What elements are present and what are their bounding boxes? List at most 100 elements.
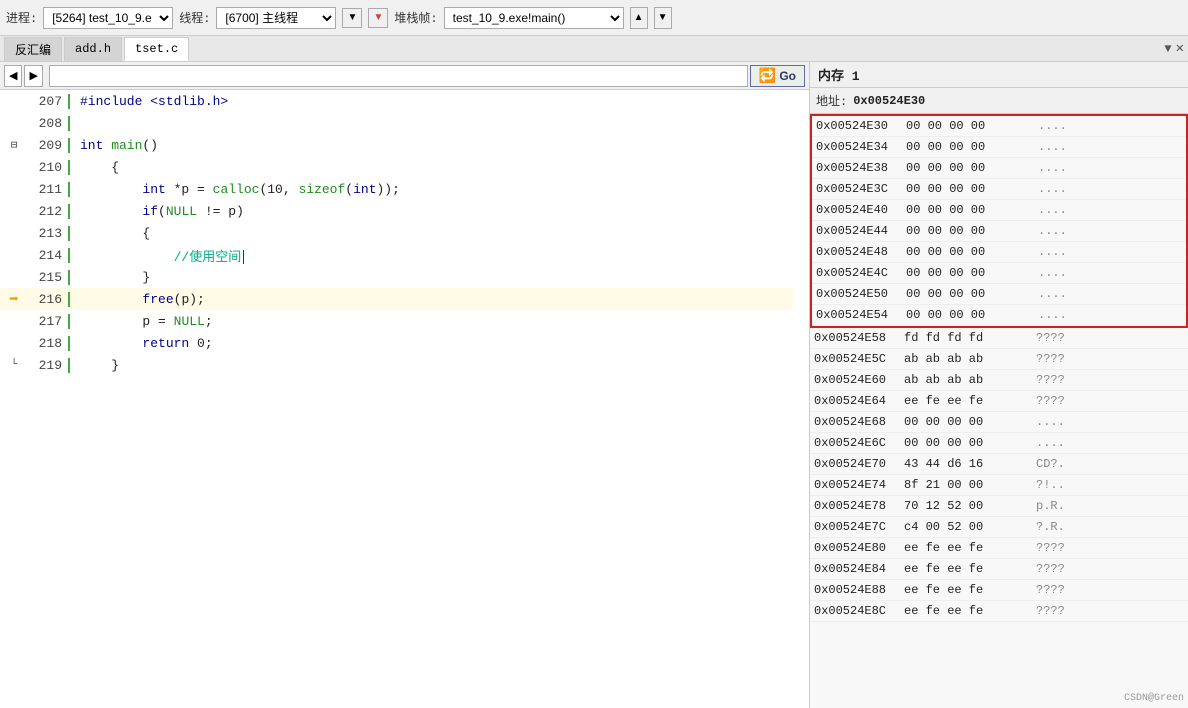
code-line-211: 211 int *p = calloc(10, sizeof(int));	[0, 178, 793, 200]
mem-bytes: 00 00 00 00	[904, 308, 1034, 322]
stack-up-btn[interactable]: ▲	[630, 7, 648, 29]
memory-row[interactable]: 0x00524E6C 00 00 00 00 ....	[810, 433, 1188, 454]
filter-btn-2[interactable]: ▼	[368, 8, 388, 28]
mem-chars: ....	[1034, 308, 1071, 322]
line-content-218: return 0;	[70, 336, 213, 351]
mem-chars: ????	[1032, 331, 1069, 345]
tab-close-area: ▼ ✕	[1164, 40, 1188, 57]
memory-panel: 内存 1 地址: 0x00524E30 0x00524E30 00 00 00 …	[810, 62, 1188, 708]
mem-addr: 0x00524E5C	[810, 352, 902, 366]
memory-row[interactable]: 0x00524E58 fd fd fd fd ????	[810, 328, 1188, 349]
line-num-214: 214	[28, 248, 70, 263]
line-content-207: #include <stdlib.h>	[70, 94, 228, 109]
tab-disasm[interactable]: 反汇编	[4, 37, 62, 61]
memory-row[interactable]: 0x00524E8C ee fe ee fe ????	[810, 601, 1188, 622]
go-icon: 🔁	[759, 67, 776, 83]
process-select[interactable]: [5264] test_10_9.e	[43, 7, 173, 29]
code-line-207: 207 #include <stdlib.h>	[0, 90, 793, 112]
mem-bytes: 00 00 00 00	[904, 182, 1034, 196]
mem-addr: 0x00524E64	[810, 394, 902, 408]
code-lines: 207 #include <stdlib.h> 208 ⊟ 209 int ma…	[0, 90, 809, 376]
memory-row[interactable]: 0x00524E4C 00 00 00 00 ....	[812, 263, 1186, 284]
memory-row[interactable]: 0x00524E68 00 00 00 00 ....	[810, 412, 1188, 433]
mem-bytes: 00 00 00 00	[902, 436, 1032, 450]
nav-fwd-btn[interactable]: ▶	[24, 65, 42, 87]
mem-chars: ....	[1034, 287, 1071, 301]
line-num-219: 219	[28, 358, 70, 373]
code-line-210: 210 {	[0, 156, 793, 178]
mem-addr: 0x00524E88	[810, 583, 902, 597]
code-line-212: 212 if(NULL != p)	[0, 200, 793, 222]
nav-back-btn[interactable]: ◀	[4, 65, 22, 87]
memory-row[interactable]: 0x00524E80 ee fe ee fe ????	[810, 538, 1188, 559]
memory-row[interactable]: 0x00524E78 70 12 52 00 p.R.	[810, 496, 1188, 517]
tab-close-btn[interactable]: ✕	[1176, 40, 1184, 57]
mem-chars: ????	[1032, 583, 1069, 597]
code-line-219: └ 219 }	[0, 354, 793, 376]
code-addr-input[interactable]	[49, 65, 748, 87]
execution-arrow: ➡	[9, 289, 19, 309]
mem-bytes: ab ab ab ab	[902, 352, 1032, 366]
mem-addr: 0x00524E48	[812, 245, 904, 259]
code-line-208: 208	[0, 112, 793, 134]
line-num-212: 212	[28, 204, 70, 219]
arrow-col-219: └	[0, 359, 28, 371]
memory-row[interactable]: 0x00524E50 00 00 00 00 ....	[812, 284, 1186, 305]
memory-row[interactable]: 0x00524E7C c4 00 52 00 ?.R.	[810, 517, 1188, 538]
thread-select[interactable]: [6700] 主线程	[216, 7, 336, 29]
mem-chars: ....	[1034, 182, 1071, 196]
line-num-211: 211	[28, 182, 70, 197]
memory-row[interactable]: 0x00524E3C 00 00 00 00 ....	[812, 179, 1186, 200]
tab-tset-c[interactable]: tset.c	[124, 37, 189, 61]
mem-bytes: 00 00 00 00	[904, 140, 1034, 154]
memory-row[interactable]: 0x00524E34 00 00 00 00 ....	[812, 137, 1186, 158]
mem-addr: 0x00524E54	[812, 308, 904, 322]
line-num-208: 208	[28, 116, 70, 131]
fold-indicator-209[interactable]: ⊟	[11, 138, 18, 152]
go-button[interactable]: 🔁 Go	[750, 65, 805, 87]
memory-content[interactable]: 0x00524E30 00 00 00 00 .... 0x00524E34 0…	[810, 114, 1188, 708]
code-content[interactable]: 207 #include <stdlib.h> 208 ⊟ 209 int ma…	[0, 90, 809, 708]
mem-bytes: 00 00 00 00	[904, 203, 1034, 217]
memory-row[interactable]: 0x00524E88 ee fe ee fe ????	[810, 580, 1188, 601]
mem-chars: ????	[1032, 562, 1069, 576]
stack-select[interactable]: test_10_9.exe!main()	[444, 7, 624, 29]
memory-row[interactable]: 0x00524E70 43 44 d6 16 CD?.	[810, 454, 1188, 475]
main-area: ◀ ▶ 🔁 Go 207 #include <stdlib.h> 208	[0, 62, 1188, 708]
mem-addr: 0x00524E34	[812, 140, 904, 154]
memory-row[interactable]: 0x00524E84 ee fe ee fe ????	[810, 559, 1188, 580]
line-num-217: 217	[28, 314, 70, 329]
mem-addr: 0x00524E74	[810, 478, 902, 492]
memory-row[interactable]: 0x00524E40 00 00 00 00 ....	[812, 200, 1186, 221]
line-content-219: }	[70, 358, 119, 373]
memory-row[interactable]: 0x00524E5C ab ab ab ab ????	[810, 349, 1188, 370]
tab-add-h[interactable]: add.h	[64, 37, 122, 61]
memory-row[interactable]: 0x00524E38 00 00 00 00 ....	[812, 158, 1186, 179]
mem-chars: ????	[1032, 394, 1069, 408]
memory-highlight-group: 0x00524E30 00 00 00 00 .... 0x00524E34 0…	[810, 114, 1188, 328]
line-content-216: free(p);	[70, 292, 205, 307]
memory-row[interactable]: 0x00524E54 00 00 00 00 ....	[812, 305, 1186, 326]
stack-label: 堆栈帧:	[394, 9, 437, 26]
mem-chars: ....	[1034, 245, 1071, 259]
line-num-215: 215	[28, 270, 70, 285]
memory-row[interactable]: 0x00524E74 8f 21 00 00 ?!..	[810, 475, 1188, 496]
memory-row[interactable]: 0x00524E64 ee fe ee fe ????	[810, 391, 1188, 412]
filter-btn-1[interactable]: ▼	[342, 8, 362, 28]
line-num-210: 210	[28, 160, 70, 175]
mem-bytes: 8f 21 00 00	[902, 478, 1032, 492]
memory-row[interactable]: 0x00524E60 ab ab ab ab ????	[810, 370, 1188, 391]
mem-addr: 0x00524E78	[810, 499, 902, 513]
tab-dropdown-arrow[interactable]: ▼	[1164, 42, 1171, 56]
stack-down-btn[interactable]: ▼	[654, 7, 672, 29]
mem-addr: 0x00524E3C	[812, 182, 904, 196]
thread-label: 线程:	[179, 9, 210, 26]
code-line-213: 213 {	[0, 222, 793, 244]
memory-row[interactable]: 0x00524E48 00 00 00 00 ....	[812, 242, 1186, 263]
fold-end-indicator: └	[11, 359, 18, 371]
memory-row[interactable]: 0x00524E44 00 00 00 00 ....	[812, 221, 1186, 242]
mem-bytes: ee fe ee fe	[902, 604, 1032, 618]
mem-chars: ????	[1032, 352, 1069, 366]
mem-addr: 0x00524E44	[812, 224, 904, 238]
memory-row[interactable]: 0x00524E30 00 00 00 00 ....	[812, 116, 1186, 137]
